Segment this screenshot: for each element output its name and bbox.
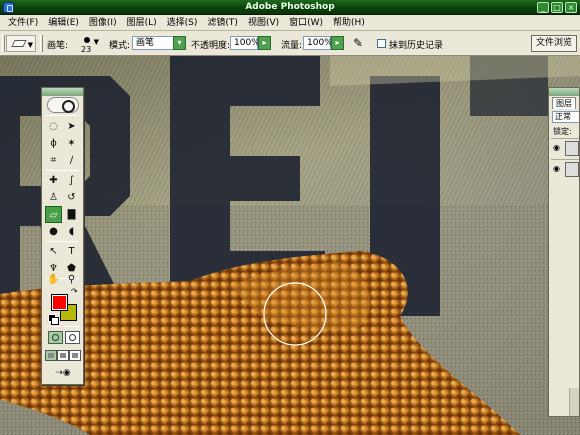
full-screen-menu-mode-button[interactable] xyxy=(57,350,69,361)
window-controls: _ □ × xyxy=(537,2,577,13)
mode-label: 模式: xyxy=(109,41,131,51)
menu-select[interactable]: 选择(S) xyxy=(162,16,203,30)
marquee-icon[interactable]: ◌ xyxy=(45,118,62,135)
healing-brush-icon[interactable]: ✚ xyxy=(45,172,62,189)
layers-tab[interactable]: 图层 xyxy=(552,97,576,109)
gradient-icon[interactable]: ▇ xyxy=(63,206,80,223)
divider xyxy=(46,326,79,327)
minimize-button[interactable]: _ xyxy=(537,2,549,13)
divider xyxy=(46,115,79,116)
divider xyxy=(46,241,79,242)
title-bar: Adobe Photoshop _ □ × xyxy=(0,0,580,15)
history-brush-icon[interactable]: ↺ xyxy=(63,189,80,206)
tool-preset-picker[interactable]: ▼ xyxy=(6,35,36,52)
path-select-icon[interactable]: ↖ xyxy=(45,243,62,260)
eraser-icon xyxy=(11,40,27,47)
chevron-down-icon: ▼ xyxy=(27,41,33,49)
opacity-label: 不透明度: xyxy=(191,41,231,51)
toolbox-panel: ◌ ➤ ϕ ✶ ⌗ ∕ ✚ ∫ ♙ ↺ ▱ ▇ ● ◖ ↖ T ♆ ⬟ ▤ ⟋ … xyxy=(41,87,84,385)
hand-icon[interactable]: ✋ xyxy=(45,273,62,286)
quick-mask-mode-button[interactable] xyxy=(65,331,80,344)
blur-icon[interactable]: ● xyxy=(45,223,62,240)
layer-row[interactable]: ◉ xyxy=(551,159,579,179)
foreground-color-swatch[interactable] xyxy=(51,294,68,311)
mode-dropdown-button[interactable]: ▾ xyxy=(173,36,186,50)
canvas-image xyxy=(0,56,580,435)
window-title: Adobe Photoshop xyxy=(245,2,335,12)
menu-view[interactable]: 视图(V) xyxy=(243,16,284,30)
airbrush-icon[interactable]: ✎ xyxy=(351,36,365,50)
flow-input[interactable]: 100% xyxy=(303,36,333,50)
brush-label: 画笔: xyxy=(47,41,69,51)
close-button[interactable]: × xyxy=(565,2,577,13)
dodge-icon[interactable]: ◖ xyxy=(63,223,80,240)
options-bar: ▼ 画笔: 23 ▼ 模式: 画笔 ▾ 不透明度: 100% ▸ 流量: 100… xyxy=(0,31,580,56)
eye-icon[interactable]: ◉ xyxy=(553,164,562,173)
adobe-online-icon[interactable] xyxy=(47,97,79,113)
full-screen-mode-button[interactable] xyxy=(69,350,81,361)
brush-size: 23 xyxy=(81,45,92,54)
erase-to-history-label: 抹到历史记录 xyxy=(389,41,444,51)
jump-to-imageready-icon[interactable]: ⇢◉ xyxy=(48,366,78,380)
menu-edit[interactable]: 编辑(E) xyxy=(43,16,84,30)
menu-help[interactable]: 帮助(H) xyxy=(328,16,370,30)
layer-row[interactable]: ◉ xyxy=(551,138,579,158)
clone-stamp-icon[interactable]: ♙ xyxy=(45,189,62,206)
crop-icon[interactable]: ⌗ xyxy=(45,152,62,169)
opacity-input[interactable]: 100% xyxy=(230,36,260,50)
move-icon[interactable]: ➤ xyxy=(63,118,80,135)
document-canvas[interactable] xyxy=(0,56,580,435)
menu-bar: 文件(F) 编辑(E) 图像(I) 图层(L) 选择(S) 滤镜(T) 视图(V… xyxy=(0,15,580,31)
mode-select[interactable]: 画笔 xyxy=(132,36,174,50)
magic-wand-icon[interactable]: ✶ xyxy=(63,135,80,152)
lock-label: 锁定: xyxy=(553,127,572,136)
layers-panel-titlebar[interactable] xyxy=(549,88,579,96)
default-colors-icon[interactable] xyxy=(48,314,59,325)
eraser-icon[interactable]: ▱ xyxy=(45,206,62,223)
menu-layer[interactable]: 图层(L) xyxy=(122,16,162,30)
slice-icon[interactable]: ∕ xyxy=(63,152,80,169)
menu-image[interactable]: 图像(I) xyxy=(84,16,122,30)
divider xyxy=(46,170,79,171)
toolbox-titlebar[interactable] xyxy=(42,88,83,96)
brush-icon[interactable]: ∫ xyxy=(63,172,80,189)
eye-icon[interactable]: ◉ xyxy=(553,143,562,152)
layer-thumbnail xyxy=(565,141,579,156)
brush-tip-icon xyxy=(84,37,90,43)
menu-filter[interactable]: 滤镜(T) xyxy=(202,16,243,30)
photoshop-window: Adobe Photoshop _ □ × 文件(F) 编辑(E) 图像(I) … xyxy=(0,0,580,435)
lasso-icon[interactable]: ϕ xyxy=(45,135,62,152)
swap-colors-icon[interactable]: ↷ xyxy=(71,287,78,296)
chevron-down-icon: ▼ xyxy=(93,38,99,46)
layer-thumbnail xyxy=(565,162,579,177)
flow-label: 流量: xyxy=(281,41,303,51)
file-browser-tab[interactable]: 文件浏览 xyxy=(530,35,577,52)
divider xyxy=(40,35,43,52)
brush-picker[interactable]: 23 ▼ xyxy=(74,34,100,54)
menu-window[interactable]: 窗口(W) xyxy=(284,16,328,30)
type-icon[interactable]: T xyxy=(63,243,80,260)
options-bar-grip[interactable] xyxy=(2,35,5,52)
standard-screen-mode-button[interactable] xyxy=(45,350,57,361)
erase-to-history-checkbox[interactable] xyxy=(377,39,386,48)
zoom-icon[interactable]: ⚲ xyxy=(63,273,80,286)
menu-file[interactable]: 文件(F) xyxy=(3,16,43,30)
layers-panel: 图层 正常 锁定: ◉ ◉ xyxy=(548,87,580,417)
scrollbar[interactable] xyxy=(569,388,579,416)
blend-mode-select[interactable]: 正常 xyxy=(552,111,579,123)
flow-slider-button[interactable]: ▸ xyxy=(331,36,344,50)
maximize-button[interactable]: □ xyxy=(551,2,563,13)
opacity-slider-button[interactable]: ▸ xyxy=(258,36,271,50)
standard-mode-button[interactable] xyxy=(48,331,63,344)
